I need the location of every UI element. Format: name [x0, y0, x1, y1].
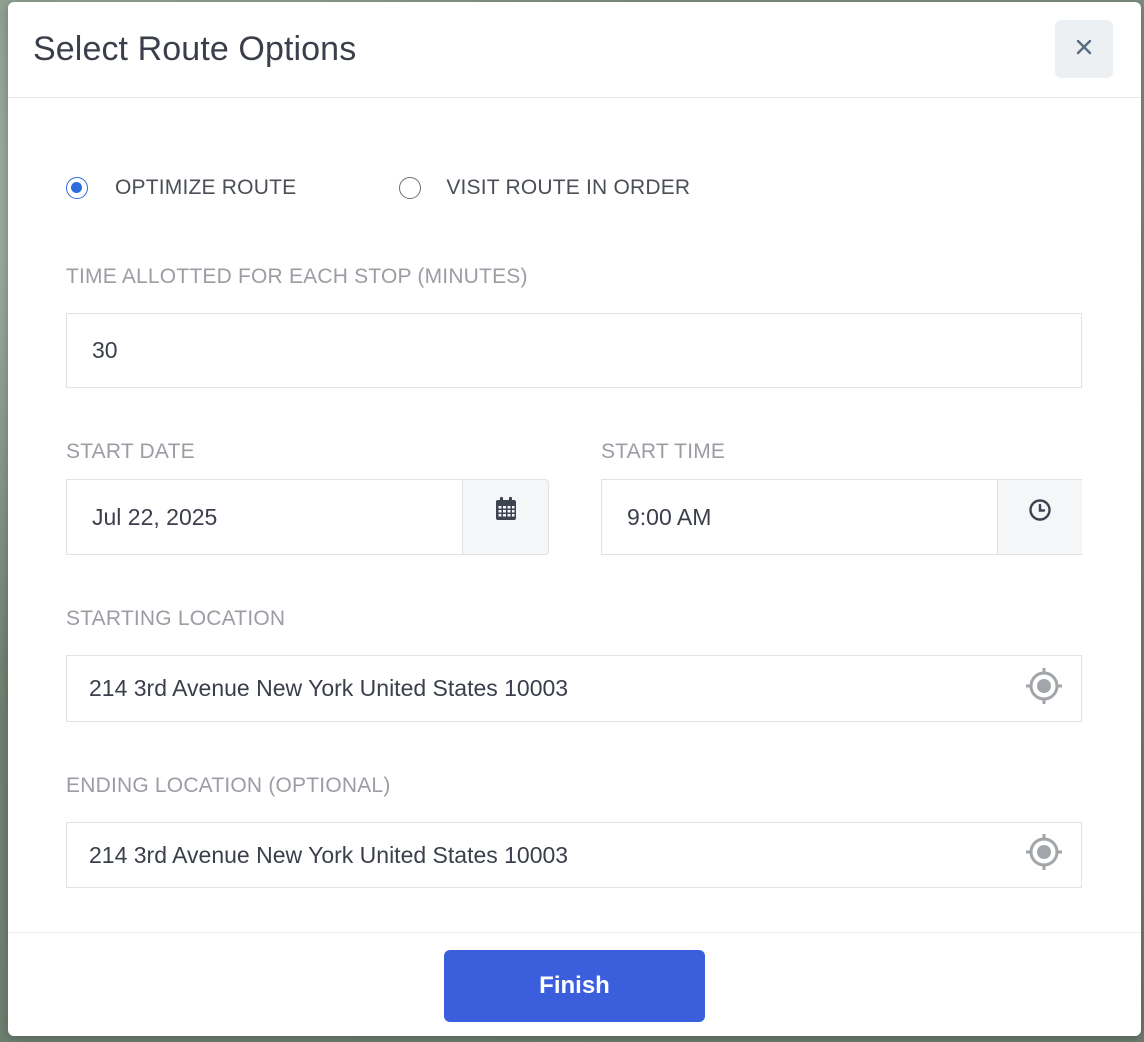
time-per-stop-input[interactable]: 30 [66, 313, 1082, 388]
calendar-icon [494, 496, 518, 527]
starting-location-label: STARTING LOCATION [66, 607, 286, 630]
close-button[interactable] [1055, 20, 1113, 78]
start-time-label: START TIME [601, 440, 726, 463]
optimize-route-label[interactable]: OPTIMIZE ROUTE [115, 176, 296, 200]
start-date-value: Jul 22, 2025 [92, 503, 218, 530]
modal-title: Select Route Options [33, 30, 357, 68]
start-time-value: 9:00 AM [627, 503, 712, 530]
ending-location-value: 214 3rd Avenue New York United States 10… [89, 841, 569, 868]
crosshair-icon [1024, 666, 1064, 711]
modal-header: Select Route Options [8, 2, 1141, 98]
starting-location-input[interactable]: 214 3rd Avenue New York United States 10… [66, 655, 1082, 722]
ending-location-locate-button[interactable] [1024, 832, 1064, 877]
modal-footer: Finish [8, 932, 1141, 1036]
start-date-label: START DATE [66, 440, 195, 463]
optimize-route-radio[interactable] [66, 177, 88, 199]
calendar-button[interactable] [462, 479, 549, 555]
starting-location-value: 214 3rd Avenue New York United States 10… [89, 675, 569, 701]
start-date-input[interactable]: Jul 22, 2025 [66, 479, 463, 555]
starting-location-locate-button[interactable] [1024, 666, 1064, 711]
route-mode-group: OPTIMIZE ROUTE VISIT ROUTE IN ORDER [66, 176, 690, 200]
route-options-modal: Select Route Options OPTIMIZE ROUTE VISI… [8, 2, 1141, 1036]
ending-location-input[interactable]: 214 3rd Avenue New York United States 10… [66, 822, 1082, 888]
visit-in-order-radio[interactable] [399, 177, 422, 199]
visit-in-order-label[interactable]: VISIT ROUTE IN ORDER [446, 176, 690, 200]
ending-location-label: ENDING LOCATION (OPTIONAL) [66, 774, 391, 797]
finish-button[interactable]: Finish [444, 950, 705, 1022]
time-per-stop-value: 30 [92, 337, 118, 363]
clock-button[interactable] [997, 479, 1082, 555]
time-per-stop-label: TIME ALLOTTED FOR EACH STOP (MINUTES) [66, 265, 528, 288]
close-icon [1075, 38, 1093, 61]
crosshair-icon [1024, 832, 1064, 877]
clock-icon [1028, 498, 1052, 527]
start-time-input[interactable]: 9:00 AM [601, 479, 998, 555]
